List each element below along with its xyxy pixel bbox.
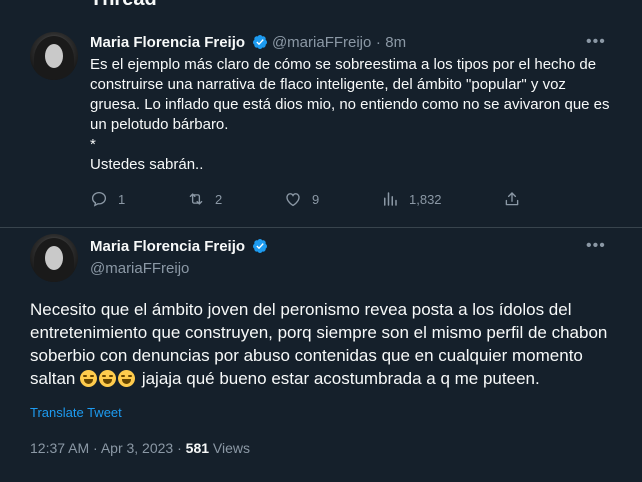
views-total: 581 bbox=[185, 440, 210, 456]
page-header: Thread bbox=[0, 0, 642, 14]
verified-badge-icon bbox=[252, 239, 267, 253]
timestamp[interactable]: 12:37 AM · Apr 3, 2023 · bbox=[30, 440, 186, 456]
avatar[interactable] bbox=[30, 32, 78, 80]
views-label: Views bbox=[209, 440, 250, 456]
author-handle[interactable]: @mariaFFreijo bbox=[272, 34, 371, 51]
page-title: Thread bbox=[90, 0, 157, 11]
author-name[interactable]: Maria Florencia Freijo bbox=[90, 238, 245, 255]
author-handle-row: @mariaFFreijo bbox=[90, 260, 189, 278]
tweet-time[interactable]: 8m bbox=[385, 34, 406, 51]
analytics-icon bbox=[384, 192, 397, 206]
verified-badge-icon bbox=[252, 35, 267, 49]
translate-tweet-link[interactable]: Translate Tweet bbox=[30, 405, 122, 420]
separator-dot: · bbox=[375, 34, 381, 51]
share-button[interactable] bbox=[503, 190, 531, 208]
author-handle[interactable]: @mariaFFreijo bbox=[90, 260, 189, 277]
retweet-button[interactable]: 2 bbox=[187, 190, 222, 208]
reply-count: 1 bbox=[118, 191, 126, 207]
author-name-row: Maria Florencia Freijo bbox=[90, 238, 268, 256]
like-button[interactable]: 9 bbox=[284, 190, 319, 208]
laughing-emoji-icon bbox=[80, 370, 98, 387]
retweet-count: 2 bbox=[215, 191, 223, 207]
tweet-header: Maria Florencia Freijo @mariaFFreijo · 8… bbox=[90, 34, 406, 52]
laughing-emoji-icon bbox=[99, 370, 117, 387]
share-icon bbox=[505, 192, 519, 206]
like-count: 9 bbox=[312, 191, 320, 207]
reply-button[interactable]: 1 bbox=[90, 190, 125, 208]
laughing-emoji-icon bbox=[118, 370, 136, 387]
tweet-meta: 12:37 AM · Apr 3, 2023 · 581 Views bbox=[30, 440, 250, 456]
retweet-icon bbox=[189, 193, 203, 205]
tweet-text: Necesito que el ámbito joven del peronis… bbox=[30, 298, 630, 390]
reply-icon bbox=[91, 191, 107, 207]
author-name[interactable]: Maria Florencia Freijo bbox=[90, 34, 245, 51]
heart-icon bbox=[286, 193, 300, 207]
avatar[interactable] bbox=[30, 234, 78, 282]
views-count: 1,832 bbox=[409, 191, 442, 207]
tweet-text-part2: jajaja qué bueno estar acostumbrada a q … bbox=[137, 369, 540, 388]
more-options-icon[interactable]: ••• bbox=[586, 33, 606, 51]
views-button[interactable]: 1,832 bbox=[381, 190, 442, 208]
divider bbox=[0, 227, 642, 228]
more-options-icon[interactable]: ••• bbox=[586, 237, 606, 255]
tweet-text: Es el ejemplo más claro de cómo se sobre… bbox=[90, 56, 610, 173]
